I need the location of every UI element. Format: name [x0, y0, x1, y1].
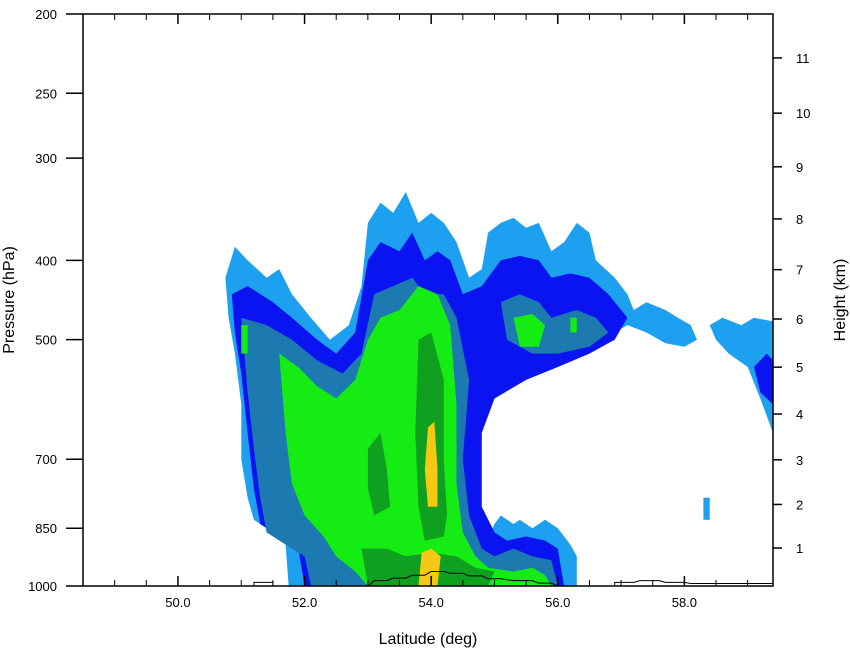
- contour-region-3-2: [570, 317, 577, 333]
- x-tick-label: 52.0: [292, 595, 317, 610]
- x-tick-label: 54.0: [419, 595, 444, 610]
- contour-region-5-1: [418, 548, 441, 586]
- contour-region-3-3: [241, 325, 248, 354]
- height-tick-label: 2: [796, 497, 803, 512]
- left-axis-title: Pressure (hPa): [1, 246, 18, 354]
- contour-chart: 50.0 52.0 54.0 56.0 58.0 200 250 300 400 500 700 8…: [0, 0, 850, 650]
- pressure-tick-label: 1000: [28, 579, 57, 594]
- height-tick-label: 1: [796, 541, 803, 556]
- height-tick-label: 6: [796, 312, 803, 327]
- pressure-tick-label: 250: [35, 86, 57, 101]
- height-tick-label: 11: [796, 51, 810, 66]
- pressure-tick-label: 200: [35, 7, 57, 22]
- pressure-tick-label: 300: [35, 151, 57, 166]
- height-tick-label: 9: [796, 160, 803, 175]
- contour-region-0-2: [703, 497, 710, 520]
- pressure-tick-label: 850: [35, 521, 57, 536]
- x-tick-label: 56.0: [545, 595, 570, 610]
- x-axis-title: Latitude (deg): [379, 631, 478, 648]
- height-tick-label: 4: [796, 407, 803, 422]
- height-tick-label: 8: [796, 212, 803, 227]
- height-tick-label: 10: [796, 106, 810, 121]
- pressure-tick-label: 700: [35, 452, 57, 467]
- x-tick-label: 50.0: [165, 595, 190, 610]
- height-tick-label: 5: [796, 360, 803, 375]
- height-tick-label: 3: [796, 453, 803, 468]
- pressure-tick-label: 500: [35, 333, 57, 348]
- height-tick-label: 7: [796, 263, 803, 278]
- x-tick-label: 58.0: [672, 595, 697, 610]
- pressure-tick-label: 400: [35, 253, 57, 268]
- right-axis-title: Height (km): [832, 259, 849, 342]
